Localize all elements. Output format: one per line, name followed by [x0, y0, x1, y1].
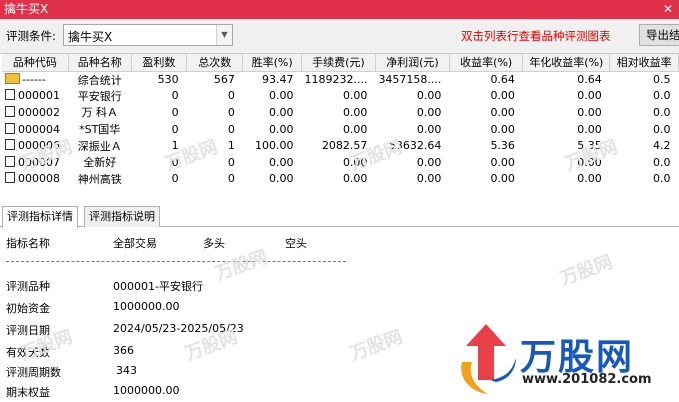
cell-wins: 0 — [171, 105, 179, 119]
detail-value: 1000000.00 — [113, 384, 180, 397]
table-row[interactable]: 000002 万 科Ａ 0 0 0.00 0.00 0.00 0.00 0.00… — [2, 104, 679, 121]
detail-tabs: 评测指标详情 评测指标说明 — [0, 205, 679, 228]
cell-name: 综合统计 — [77, 73, 122, 87]
chevron-down-icon[interactable]: ▼ — [216, 25, 232, 45]
cell-return: 0.00 — [490, 172, 515, 186]
detail-col-long: 多头 — [203, 237, 225, 250]
divider — [6, 261, 346, 262]
cell-name: 万 科Ａ — [81, 106, 118, 120]
cell-winrate: 0.00 — [268, 89, 294, 103]
cell-code: 000004 — [18, 122, 60, 136]
cell-annual-return: 0.00 — [577, 105, 602, 119]
cell-relative-return: 0.0 — [653, 89, 671, 103]
header-winrate[interactable]: 胜率(%) — [242, 54, 302, 72]
cell-code: ------ — [22, 73, 46, 87]
cell-total: 0 — [227, 89, 235, 103]
detail-col-short: 空头 — [285, 237, 307, 250]
detail-label: 期末权益 — [6, 386, 50, 399]
cell-winrate: 0.00 — [268, 172, 294, 186]
document-icon — [5, 139, 15, 151]
cell-fee: 1189232.... — [304, 73, 368, 87]
cell-relative-return: 0.5 — [653, 73, 671, 87]
detail-value: 366 — [113, 344, 134, 357]
cell-return: 0.00 — [490, 155, 515, 169]
cell-return: 0.64 — [490, 73, 515, 87]
cell-annual-return: 0.00 — [577, 89, 602, 103]
close-icon[interactable]: ✕ — [663, 0, 673, 19]
cell-code: 000001 — [18, 89, 60, 103]
condition-select-value: 擒牛买X — [68, 30, 113, 44]
cell-relative-return: 0.0 — [653, 172, 671, 186]
cell-total: 0 — [227, 105, 235, 119]
cell-name: 神州高铁 — [77, 172, 122, 186]
cell-wins: 0 — [171, 122, 179, 136]
window-titlebar: 擒牛买X ✕ — [0, 0, 679, 19]
cell-winrate: 100.00 — [254, 139, 294, 153]
detail-col-indicator: 指标名称 — [6, 237, 50, 250]
detail-col-all-trades: 全部交易 — [113, 237, 157, 250]
tab-indicator-details[interactable]: 评测指标详情 — [2, 206, 78, 228]
header-fee[interactable]: 手续费(元) — [301, 54, 376, 72]
cell-return: 0.00 — [490, 89, 515, 103]
export-button[interactable]: 导出结 — [639, 24, 679, 46]
header-relative-return[interactable]: 相对收益率 — [609, 54, 679, 72]
brand-logo: 万股网 www.201082.com — [456, 322, 676, 400]
header-code[interactable]: 品种代码 — [2, 54, 69, 72]
summary-icon — [5, 73, 20, 85]
cell-name: 平安银行 — [77, 89, 122, 103]
detail-label: 初始资金 — [6, 302, 50, 315]
cell-fee: 0.00 — [342, 105, 368, 119]
condition-select[interactable]: 擒牛买X ▼ — [63, 24, 233, 46]
document-icon — [5, 122, 15, 134]
detail-value: 343 — [116, 364, 137, 377]
cell-winrate: 0.00 — [268, 122, 294, 136]
cell-profit: 0.00 — [416, 105, 442, 119]
cell-relative-return: 0.0 — [653, 105, 671, 119]
cell-total: 567 — [213, 73, 235, 87]
toolbar: 评测条件: 擒牛买X ▼ 双击列表行查看品种评测图表 导出结 — [0, 19, 679, 53]
header-wins[interactable]: 盈利数 — [131, 54, 188, 72]
detail-value: 000001-平安银行 — [113, 280, 203, 293]
header-total[interactable]: 总次数 — [186, 54, 244, 72]
cell-winrate: 93.47 — [261, 73, 294, 87]
header-annual-return[interactable]: 年化收益率(%) — [522, 54, 611, 72]
document-icon — [5, 172, 15, 184]
table-header-row: 品种代码 品种名称 盈利数 总次数 胜率(%) 手续费(元) 净利润(元) 收益… — [2, 54, 679, 72]
header-return[interactable]: 收益率(%) — [449, 54, 524, 72]
cell-return: 0.00 — [490, 122, 515, 136]
brand-arrow-icon — [461, 324, 516, 394]
tab-indicator-description[interactable]: 评测指标说明 — [84, 206, 160, 227]
cell-return: 5.36 — [490, 139, 515, 153]
brand-url: www.201082.com — [522, 372, 652, 387]
table-row[interactable]: ------ 综合统计 530 567 93.47 1189232.... 34… — [2, 71, 679, 88]
cell-profit: 0.00 — [416, 89, 442, 103]
document-icon — [5, 105, 15, 117]
condition-label: 评测条件: — [6, 29, 56, 43]
cell-fee: 0.00 — [342, 122, 368, 136]
table-row[interactable]: 000001 平安银行 0 0 0.00 0.00 0.00 0.00 0.00… — [2, 88, 679, 105]
cell-winrate: 0.00 — [268, 105, 294, 119]
detail-label: 评测品种 — [6, 280, 50, 293]
cell-annual-return: 0.00 — [577, 122, 602, 136]
cell-relative-return: 0.0 — [653, 122, 671, 136]
cell-wins: 0 — [171, 89, 179, 103]
hint-text: 双击列表行查看品种评测图表 — [461, 29, 611, 43]
window-title: 擒牛买X — [4, 2, 49, 16]
cell-fee: 0.00 — [342, 89, 368, 103]
cell-profit: 3457158.... — [378, 73, 442, 87]
document-icon — [5, 89, 15, 101]
cell-code: 000002 — [18, 105, 60, 119]
table-row[interactable]: 000004 *ST国华 0 0 0.00 0.00 0.00 0.00 0.0… — [2, 121, 679, 138]
document-icon — [5, 155, 15, 167]
cell-return: 0.00 — [490, 105, 515, 119]
header-name[interactable]: 品种名称 — [68, 54, 132, 72]
cell-profit: 0.00 — [416, 122, 442, 136]
cell-annual-return: 0.64 — [577, 73, 602, 87]
cell-wins: 530 — [157, 73, 179, 87]
cell-name: *ST国华 — [79, 123, 121, 137]
detail-value: 1000000.00 — [113, 300, 180, 313]
cell-profit: 0.00 — [416, 172, 442, 186]
cell-winrate: 0.00 — [268, 155, 294, 169]
header-profit[interactable]: 净利润(元) — [375, 54, 450, 72]
